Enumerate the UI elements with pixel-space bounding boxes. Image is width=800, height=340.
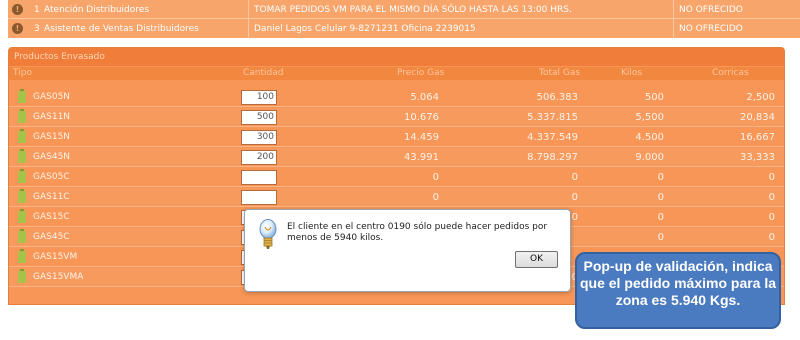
total-value: 8.798.297	[527, 152, 578, 163]
gas-cylinder-icon	[18, 209, 26, 223]
gas-cylinder-icon	[18, 89, 26, 103]
quantity-input[interactable]	[241, 170, 277, 185]
header-total: Total Gas	[539, 68, 581, 78]
note-type: Asistente de Ventas Distribuidores	[44, 23, 199, 34]
header-precio: Precio Gas	[397, 68, 445, 78]
products-table-header: Tipo Cantidad Precio Gas Total Gas Kilos…	[9, 67, 784, 80]
quantity-input[interactable]: 300	[241, 130, 277, 145]
kilos-value: 0	[657, 172, 664, 183]
gas-cylinder-icon	[18, 109, 26, 123]
total-value: 0	[571, 172, 578, 183]
note-type: Atención Distribuidores	[44, 4, 150, 15]
product-row[interactable]: GAS15N 300 14.459 4.337.549 4.500 16,667	[9, 128, 784, 147]
product-name: GAS45N	[33, 152, 71, 162]
corricas-value: 0	[768, 212, 775, 223]
precio-value: 43.991	[404, 152, 439, 163]
corricas-value: 16,667	[740, 132, 775, 143]
product-name: GAS11C	[33, 192, 70, 202]
annotation-callout: Pop-up de validación, indica que el pedi…	[575, 252, 781, 329]
product-row[interactable]: GAS11C 0 0 0 0	[9, 188, 784, 207]
product-name: GAS15VMA	[33, 272, 84, 282]
note-number: 1	[34, 4, 40, 15]
gas-cylinder-icon	[18, 149, 26, 163]
quantity-input[interactable]: 100	[241, 90, 277, 105]
info-icon: !	[12, 4, 23, 15]
gas-cylinder-icon	[18, 229, 26, 243]
note-detail: TOMAR PEDIDOS VM PARA EL MISMO DÍA SÓLO …	[254, 4, 572, 15]
kilos-value: 5,500	[635, 112, 664, 123]
corricas-value: 0	[768, 192, 775, 203]
gas-cylinder-icon	[18, 249, 26, 263]
kilos-value: 0	[657, 212, 664, 223]
note-status: NO OFRECIDO	[679, 4, 743, 15]
kilos-value: 9.000	[635, 152, 664, 163]
product-name: GAS15VM	[33, 252, 78, 262]
notes-table: ! 1 Atención Distribuidores TOMAR PEDIDO…	[8, 0, 800, 38]
lightbulb-icon	[259, 219, 277, 249]
product-row[interactable]: GAS11N 500 10.676 5.337.815 5,500 20,834	[9, 108, 784, 127]
quantity-input[interactable]	[241, 190, 277, 205]
product-name: GAS45C	[33, 232, 70, 242]
gas-cylinder-icon	[18, 269, 26, 283]
precio-value: 0	[432, 192, 439, 203]
header-kilos: Kilos	[621, 68, 643, 78]
total-value: 0	[571, 192, 578, 203]
product-name: GAS05N	[33, 92, 71, 102]
corricas-value: 0	[768, 172, 775, 183]
kilos-value: 0	[657, 192, 664, 203]
product-row[interactable]: GAS05C 0 0 0 0	[9, 168, 784, 187]
product-row[interactable]: GAS05N 100 5.064 506.383 500 2,500	[9, 88, 784, 107]
product-name: GAS15N	[33, 132, 71, 142]
header-corricas: Corricas	[712, 68, 749, 78]
precio-value: 10.676	[404, 112, 439, 123]
product-name: GAS15C	[33, 212, 70, 222]
total-value: 5.337.815	[527, 112, 578, 123]
note-number: 3	[34, 23, 40, 34]
dialog-message: El cliente en el centro 0190 sólo puede …	[287, 222, 548, 243]
precio-value: 5.064	[410, 92, 439, 103]
note-row[interactable]: ! 1 Atención Distribuidores TOMAR PEDIDO…	[8, 0, 800, 19]
info-icon: !	[12, 23, 23, 34]
gas-cylinder-icon	[18, 189, 26, 203]
kilos-value: 4.500	[635, 132, 664, 143]
quantity-input[interactable]: 200	[241, 150, 277, 165]
gas-cylinder-icon	[18, 129, 26, 143]
corricas-value: 20,834	[740, 112, 775, 123]
note-row[interactable]: ! 3 Asistente de Ventas Distribuidores D…	[8, 19, 800, 38]
validation-dialog: El cliente en el centro 0190 sólo puede …	[244, 209, 571, 292]
app-window: ! 1 Atención Distribuidores TOMAR PEDIDO…	[0, 0, 800, 340]
kilos-value: 0	[657, 232, 664, 243]
total-value: 4.337.549	[527, 132, 578, 143]
note-detail: Daniel Lagos Celular 9-8271231 Oficina 2…	[254, 23, 476, 34]
corricas-value: 33,333	[740, 152, 775, 163]
corricas-value: 2,500	[746, 92, 775, 103]
gas-cylinder-icon	[18, 169, 26, 183]
header-tipo: Tipo	[13, 68, 32, 78]
header-cantidad: Cantidad	[243, 68, 284, 78]
precio-value: 0	[432, 172, 439, 183]
product-row[interactable]: GAS45N 200 43.991 8.798.297 9.000 33,333	[9, 148, 784, 167]
product-name: GAS05C	[33, 172, 70, 182]
panel-title: Productos Envasado	[9, 48, 784, 66]
quantity-input[interactable]: 500	[241, 110, 277, 125]
product-name: GAS11N	[33, 112, 71, 122]
total-value: 506.383	[536, 92, 578, 103]
kilos-value: 500	[644, 92, 664, 103]
corricas-value: 0	[768, 232, 775, 243]
precio-value: 14.459	[404, 132, 439, 143]
note-status: NO OFRECIDO	[679, 23, 743, 34]
